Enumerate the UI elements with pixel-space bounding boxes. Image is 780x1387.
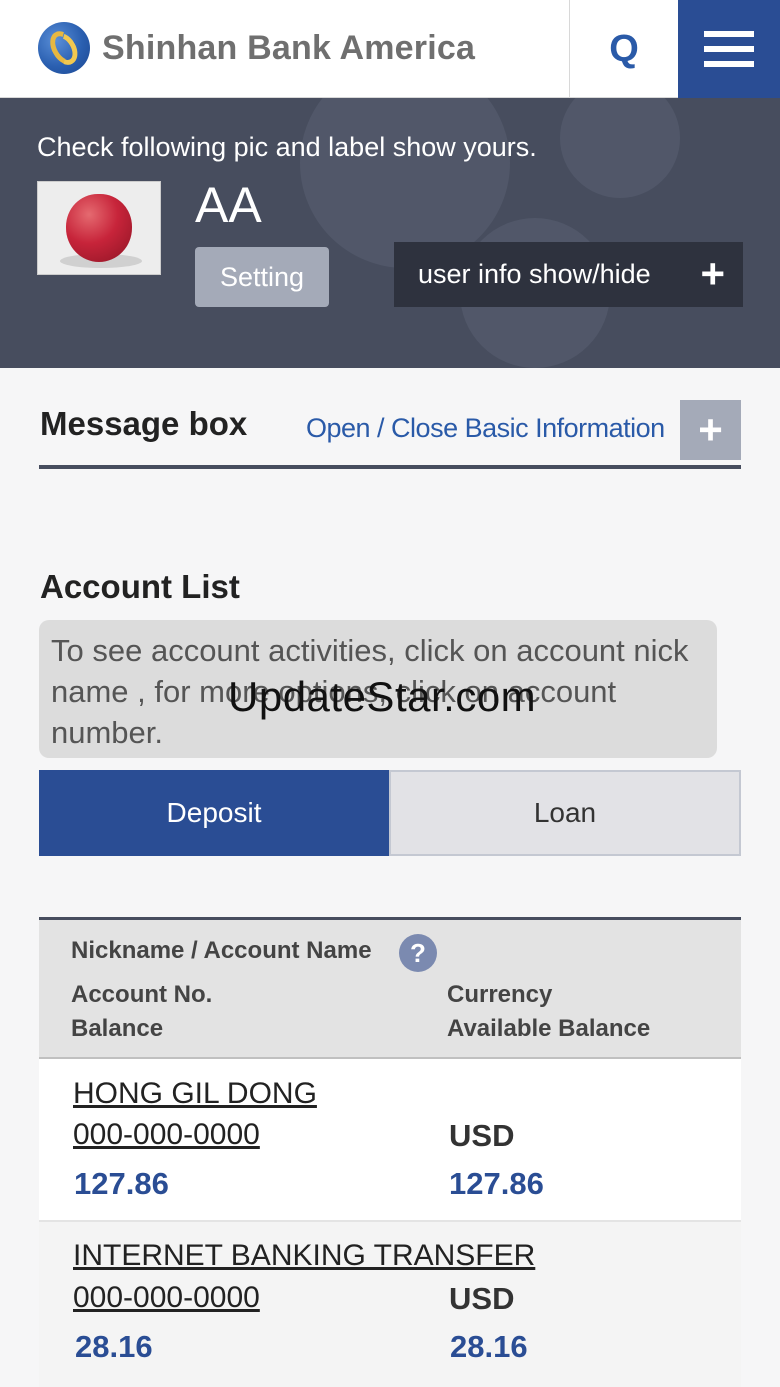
hamburger-menu-button[interactable] [678, 0, 780, 98]
help-icon[interactable]: ? [399, 934, 437, 972]
section-divider [39, 465, 741, 469]
plus-icon: + [700, 250, 725, 297]
tab-loan[interactable]: Loan [389, 770, 741, 856]
table-row: HONG GIL DONG 000-000-0000 USD 127.86 12… [39, 1059, 741, 1222]
security-label: AA [195, 177, 262, 233]
available-balance: 28.16 [450, 1329, 528, 1364]
setting-button[interactable]: Setting [195, 247, 329, 307]
brand-name: Shinhan Bank America [102, 28, 476, 67]
column-balance: Balance [71, 1015, 164, 1042]
menu-icon-bar [704, 61, 754, 67]
table-row: INTERNET BANKING TRANSFER 000-000-0000 U… [39, 1222, 741, 1387]
search-button[interactable]: Q [569, 0, 678, 98]
shinhan-logo-icon [38, 22, 90, 74]
account-list-title: Account List [40, 568, 240, 605]
user-info-panel: Check following pic and label show yours… [0, 98, 780, 368]
account-nickname-link[interactable]: HONG GIL DONG [73, 1077, 317, 1111]
message-box-title: Message box [40, 405, 248, 442]
account-number-link[interactable]: 000-000-0000 [73, 1118, 260, 1152]
top-header: Shinhan Bank America Q [0, 0, 780, 98]
watermark-text: UpdateStar.com [228, 673, 537, 720]
tab-deposit[interactable]: Deposit [39, 770, 389, 856]
apple-image [66, 194, 132, 262]
search-icon: Q [609, 27, 639, 70]
menu-icon-bar [704, 31, 754, 37]
security-image [37, 181, 161, 275]
user-info-toggle-label: user info show/hide [418, 259, 651, 289]
basic-info-toggle-button[interactable]: + [680, 400, 741, 460]
account-number-link[interactable]: 000-000-0000 [73, 1281, 260, 1315]
balance: 28.16 [75, 1329, 153, 1364]
column-available-balance: Available Balance [447, 1015, 651, 1042]
column-nickname: Nickname / Account Name [71, 937, 372, 964]
available-balance: 127.86 [449, 1166, 544, 1201]
menu-icon-bar [704, 46, 754, 52]
currency: USD [449, 1118, 515, 1153]
currency: USD [449, 1281, 515, 1316]
basic-info-toggle-link[interactable]: Open / Close Basic Information [306, 413, 665, 444]
account-nickname-link[interactable]: INTERNET BANKING TRANSFER [73, 1239, 535, 1273]
column-currency: Currency [447, 981, 553, 1008]
column-account-no: Account No. [71, 981, 213, 1008]
user-info-toggle-button[interactable]: user info show/hide + [394, 242, 743, 307]
account-table-header: Nickname / Account Name ? Account No. Ba… [39, 917, 741, 1059]
background-decoration [560, 98, 680, 198]
brand-logo[interactable]: Shinhan Bank America [38, 22, 475, 74]
balance: 127.86 [74, 1166, 169, 1201]
plus-icon: + [698, 406, 723, 453]
verification-text: Check following pic and label show yours… [37, 132, 537, 162]
